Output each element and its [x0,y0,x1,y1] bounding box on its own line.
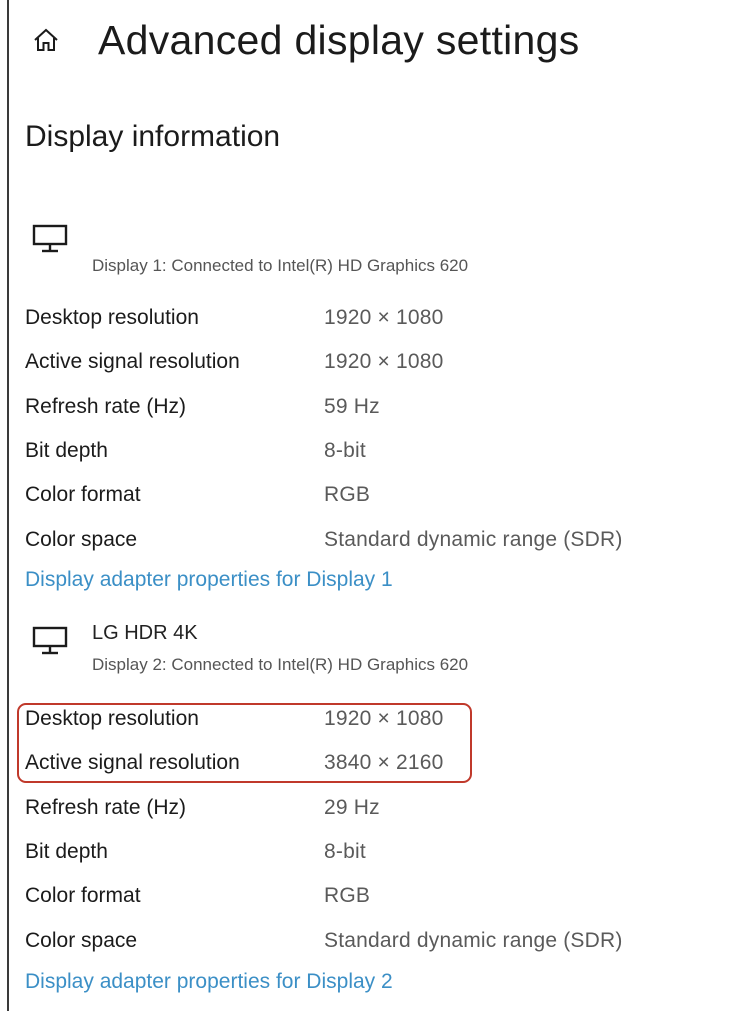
info-row-refresh-rate: Refresh rate (Hz) 59 Hz [0,385,736,429]
info-row-bit-depth: Bit depth 8-bit [0,429,736,473]
info-value: Standard dynamic range (SDR) [324,928,623,952]
info-row-color-format: Color format RGB [0,874,736,918]
monitor-icon [32,626,68,656]
display-2-name: LG HDR 4K [92,622,198,644]
info-row-active-signal-resolution: Active signal resolution 3840 × 2160 [0,741,736,785]
info-value: RGB [324,483,371,507]
info-row-color-space: Color space Standard dynamic range (SDR) [0,517,736,561]
info-label: Active signal resolution [25,751,240,775]
display-2-subtitle: Display 2: Connected to Intel(R) HD Grap… [92,655,469,674]
info-value: 8-bit [324,840,366,864]
info-value: 1920 × 1080 [324,306,444,330]
info-value: 1920 × 1080 [324,350,444,374]
home-icon[interactable] [28,22,64,58]
info-row-color-space: Color space Standard dynamic range (SDR) [0,918,736,962]
info-row-desktop-resolution: Desktop resolution 1920 × 1080 [0,697,736,741]
display-1-subtitle: Display 1: Connected to Intel(R) HD Grap… [92,256,469,275]
info-value: 3840 × 2160 [324,751,444,775]
info-label: Color space [25,527,138,551]
info-row-refresh-rate: Refresh rate (Hz) 29 Hz [0,786,736,830]
info-label: Refresh rate (Hz) [25,394,187,418]
info-label: Color format [25,483,141,507]
monitor-icon [32,224,68,254]
info-value: 1920 × 1080 [324,707,444,731]
info-value: RGB [324,884,371,908]
display-2-info-list: Desktop resolution 1920 × 1080 Active si… [0,697,736,963]
info-label: Desktop resolution [25,306,199,330]
display-2-adapter-properties-link[interactable]: Display adapter properties for Display 2 [25,970,393,994]
info-row-color-format: Color format RGB [0,473,736,517]
display-1-info-list: Desktop resolution 1920 × 1080 Active si… [0,296,736,562]
info-row-bit-depth: Bit depth 8-bit [0,830,736,874]
info-label: Color space [25,928,138,952]
info-label: Bit depth [25,439,108,463]
section-title: Display information [25,120,281,153]
info-value: 29 Hz [324,795,380,819]
info-row-desktop-resolution: Desktop resolution 1920 × 1080 [0,296,736,340]
info-label: Bit depth [25,840,108,864]
display-1-adapter-properties-link[interactable]: Display adapter properties for Display 1 [25,568,393,592]
info-label: Desktop resolution [25,707,199,731]
info-value: 59 Hz [324,394,380,418]
info-label: Active signal resolution [25,350,240,374]
page-header: Advanced display settings [28,10,580,70]
info-label: Color format [25,884,141,908]
page-title: Advanced display settings [98,16,580,63]
info-row-active-signal-resolution: Active signal resolution 1920 × 1080 [0,340,736,384]
info-value: Standard dynamic range (SDR) [324,527,623,551]
info-value: 8-bit [324,439,366,463]
info-label: Refresh rate (Hz) [25,795,187,819]
